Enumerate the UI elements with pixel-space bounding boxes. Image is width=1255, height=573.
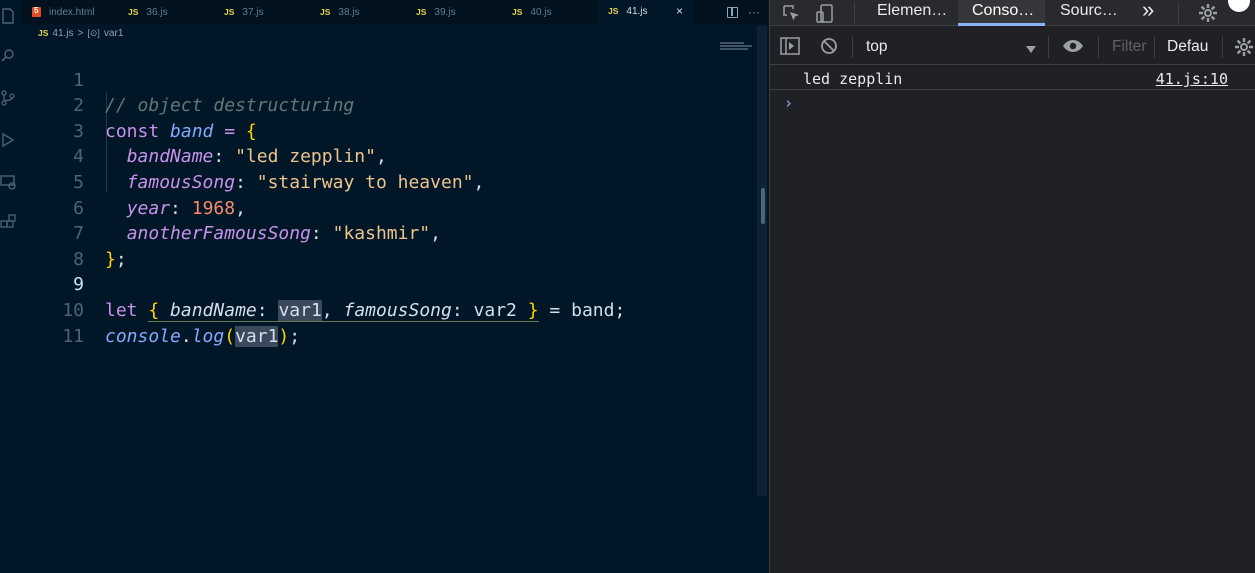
minimap[interactable] <box>720 42 756 56</box>
tab-elements[interactable]: Elemen… <box>877 0 947 26</box>
breadcrumb-separator: > <box>77 27 84 39</box>
divider <box>1222 36 1223 58</box>
js-file-icon: JS <box>320 7 331 17</box>
divider <box>1098 36 1099 58</box>
js-file-icon: JS <box>224 7 235 17</box>
code-line: 5 year: 1968, <box>0 144 760 219</box>
show-sidebar-icon[interactable] <box>780 37 800 60</box>
editor-tab-bar: index.html JS 36.js JS 37.js JS 38.js JS… <box>22 0 768 24</box>
console-settings-gear-icon[interactable] <box>1234 37 1254 62</box>
code-line: 7 }; <box>0 196 760 270</box>
more-tabs-icon[interactable]: » <box>1142 0 1154 26</box>
log-message: led zepplin <box>803 70 903 88</box>
code-line: 1 // object destructuring <box>0 42 760 117</box>
explorer-icon[interactable] <box>0 8 16 24</box>
line-number: 11 <box>62 325 84 347</box>
chevron-down-icon[interactable] <box>1026 41 1036 59</box>
code-line: 2 const band = { <box>0 68 760 142</box>
code-line-current: 9 let { bandName: var1, famousSong: var2… <box>0 247 760 322</box>
divider <box>1154 36 1155 58</box>
devtools-tab-bar: Elemen… Conso… Sourc… » <box>770 0 1255 26</box>
tab-36-js[interactable]: JS 36.js <box>118 0 214 24</box>
tab-39-js[interactable]: JS 39.js <box>406 0 502 24</box>
code-line: 11 <box>0 298 760 347</box>
tab-index-html[interactable]: index.html <box>22 0 118 24</box>
device-toolbar-icon[interactable] <box>816 4 836 29</box>
tab-40-js[interactable]: JS 40.js <box>502 0 598 24</box>
object-name: console <box>105 325 181 347</box>
code-line: 10 console.log(var1); <box>0 272 760 347</box>
variable-highlighted: var1 <box>235 325 279 347</box>
settings-gear-icon[interactable] <box>1198 3 1218 28</box>
tab-38-js[interactable]: JS 38.js <box>310 0 406 24</box>
divider <box>1048 36 1049 58</box>
log-source-link[interactable]: 41.js:10 <box>1156 70 1228 88</box>
tab-label: index.html <box>49 6 95 18</box>
tab-console[interactable]: Conso… <box>958 0 1045 26</box>
divider <box>854 2 855 24</box>
breadcrumb-file[interactable]: 41.js <box>52 28 73 39</box>
tab-label: 39.js <box>434 6 456 18</box>
tab-label: 37.js <box>242 6 264 18</box>
vertical-scrollbar[interactable] <box>757 26 767 496</box>
js-file-icon: JS <box>128 7 139 17</box>
console-prompt[interactable]: › <box>784 94 793 112</box>
html-file-icon <box>32 6 41 17</box>
divider <box>1178 2 1179 24</box>
context-selector[interactable]: top <box>866 38 888 56</box>
tab-label: 36.js <box>146 6 168 18</box>
breadcrumb-symbol[interactable]: var1 <box>104 28 123 39</box>
code-line: 4 famousSong: "stairway to heaven", <box>0 119 760 193</box>
tab-41-js[interactable]: JS 41.js × <box>598 0 694 24</box>
js-file-icon: JS <box>416 7 427 17</box>
tab-label: 40.js <box>530 6 552 18</box>
live-expression-eye-icon[interactable] <box>1062 38 1084 59</box>
code-area[interactable]: 1 // object destructuring 2 const band =… <box>0 42 760 347</box>
tab-sources[interactable]: Sourc… <box>1060 0 1118 26</box>
js-file-icon: JS <box>38 28 49 38</box>
split-editor-icon[interactable] <box>727 6 738 18</box>
tab-label: 38.js <box>338 6 360 18</box>
code-line: 3 bandName: "led zepplin", <box>0 93 760 168</box>
js-file-icon: JS <box>512 7 523 17</box>
filter-input[interactable]: Filter <box>1112 38 1146 56</box>
clear-console-icon[interactable] <box>820 37 838 60</box>
code-line: 8 <box>0 221 760 270</box>
more-actions-icon[interactable]: ··· <box>748 5 760 19</box>
console-log-entry: led zepplin 41.js:10 <box>770 66 1255 90</box>
editor-actions: ··· <box>727 0 760 24</box>
code-line: 6 anotherFamousSong: "kashmir", <box>0 170 760 245</box>
tab-label: 41.js <box>626 5 648 17</box>
more-options-icon[interactable] <box>1228 0 1250 12</box>
js-file-icon: JS <box>608 6 619 16</box>
log-levels-dropdown[interactable]: Defau <box>1167 38 1208 56</box>
tab-37-js[interactable]: JS 37.js <box>214 0 310 24</box>
close-tab-icon[interactable]: × <box>676 4 683 18</box>
divider <box>852 36 853 58</box>
scrollbar-thumb[interactable] <box>761 188 765 224</box>
code-editor: index.html JS 36.js JS 37.js JS 38.js JS… <box>0 0 768 573</box>
variable-symbol-icon: [⊙] <box>87 27 100 38</box>
devtools-panel: Elemen… Conso… Sourc… » top Filter Defau <box>769 0 1255 573</box>
breadcrumb: JS 41.js > [⊙] var1 <box>38 26 123 40</box>
console-toolbar: top Filter Defau <box>770 28 1255 65</box>
inspect-element-icon[interactable] <box>782 4 802 29</box>
function-name: log <box>191 325 225 347</box>
